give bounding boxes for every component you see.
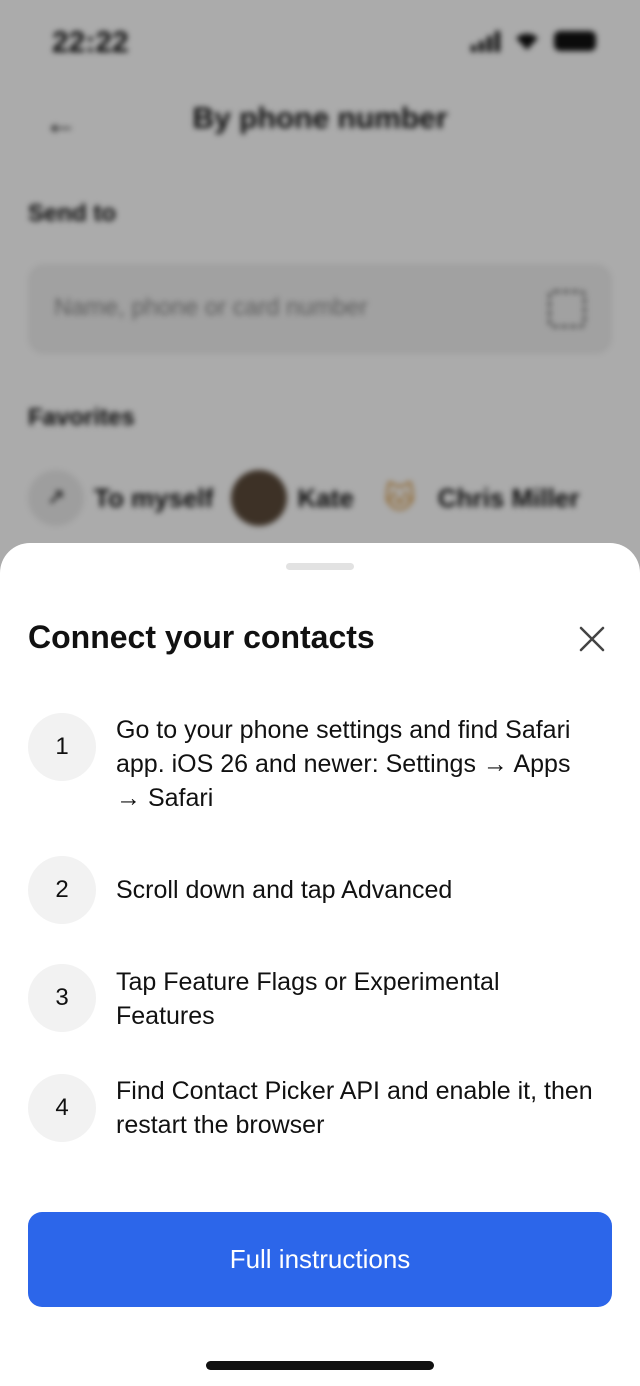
step-number-badge: 1 [28, 713, 96, 781]
sheet-grabber[interactable] [286, 563, 354, 570]
close-button[interactable] [572, 619, 612, 659]
home-indicator [206, 1361, 434, 1370]
step-text: Tap Feature Flags or Experimental Featur… [116, 968, 500, 1030]
step-number-badge: 3 [28, 964, 96, 1032]
close-icon [579, 626, 605, 652]
step-text: Go to your phone settings and find Safar… [116, 716, 571, 812]
sheet-title: Connect your contacts [28, 619, 375, 655]
step-number-badge: 2 [28, 856, 96, 924]
step-text: Find Contact Picker API and enable it, t… [116, 1077, 593, 1139]
full-instructions-button[interactable]: Full instructions [28, 1212, 612, 1307]
step-number-badge: 4 [28, 1074, 96, 1142]
step-text: Scroll down and tap Advanced [116, 876, 453, 904]
bottom-sheet: Connect your contacts 1 Go to your phone… [0, 543, 640, 1386]
